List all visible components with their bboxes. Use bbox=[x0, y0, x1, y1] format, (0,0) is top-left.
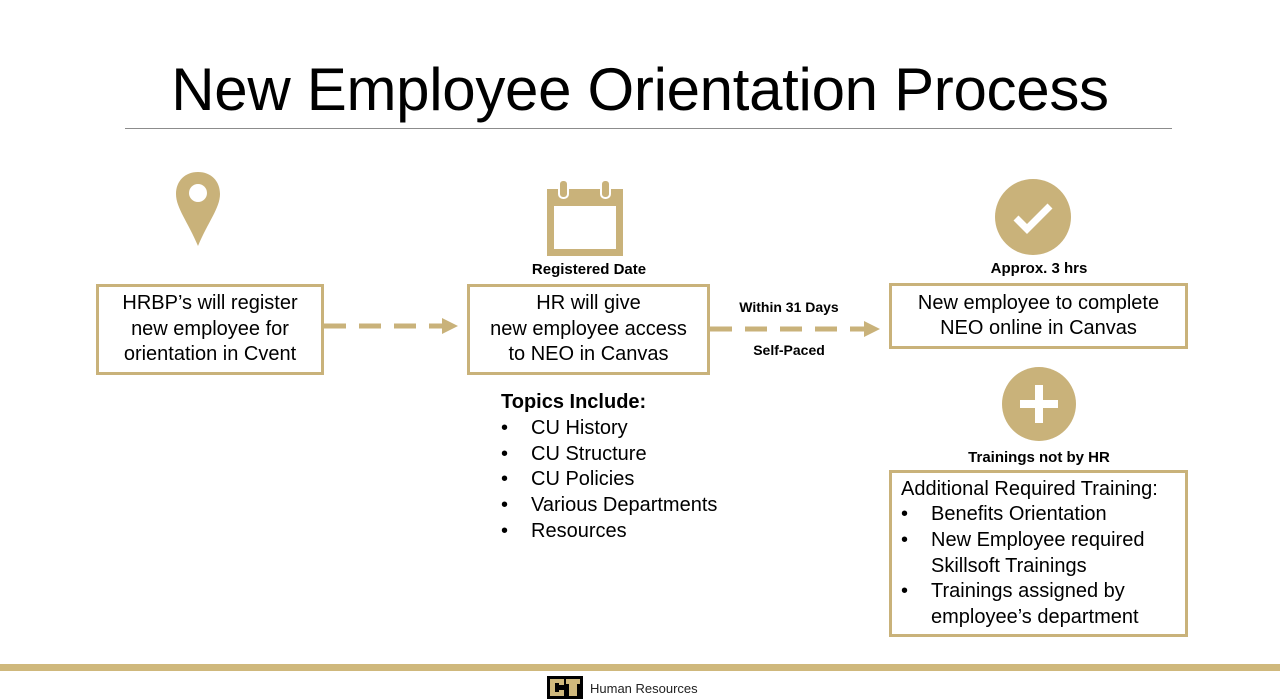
topics-list: Topics Include: CU History CU Structure … bbox=[501, 390, 717, 545]
step-1-line: HRBP’s will register bbox=[122, 292, 298, 315]
additional-item: Trainings assigned by employee’s departm… bbox=[901, 579, 1185, 630]
checkmark-circle-icon bbox=[995, 179, 1071, 255]
cu-logo-icon bbox=[547, 676, 583, 699]
step-3-line: NEO online in Canvas bbox=[940, 317, 1137, 339]
step-2-line: new employee access bbox=[490, 317, 687, 340]
step-1-line: new employee for bbox=[131, 317, 289, 340]
plus-circle-icon bbox=[1002, 367, 1076, 441]
dashed-arrow-2 bbox=[710, 321, 880, 337]
additional-heading: Additional Required Training: bbox=[901, 477, 1158, 500]
step-2-caption: Registered Date bbox=[531, 261, 647, 278]
map-pin-icon bbox=[176, 172, 220, 246]
topic-item: CU Policies bbox=[501, 467, 717, 493]
topic-item: Various Departments bbox=[501, 493, 717, 519]
arrowhead-icon bbox=[864, 321, 880, 337]
footer-label: Human Resources bbox=[590, 681, 698, 696]
additional-training-box: Additional Required Training: Benefits O… bbox=[889, 470, 1188, 637]
topic-item: Resources bbox=[501, 519, 717, 545]
dashed-arrow-1 bbox=[324, 318, 458, 334]
additional-caption: Trainings not by HR bbox=[968, 449, 1110, 466]
step-1-line: orientation in Cvent bbox=[123, 343, 297, 366]
title-divider bbox=[125, 128, 1172, 129]
step-1-box: HRBP’s will register new employee for or… bbox=[96, 284, 324, 375]
step-2-line: to NEO in Canvas bbox=[508, 343, 669, 366]
connector-label-above: Within 31 Days bbox=[739, 299, 839, 315]
arrowhead-icon bbox=[442, 318, 458, 334]
connector-label-below: Self-Paced bbox=[753, 342, 825, 358]
additional-item: Benefits Orientation bbox=[901, 502, 1185, 528]
step-3-box: New employee to complete NEO online in C… bbox=[889, 283, 1188, 349]
topic-item: CU History bbox=[501, 416, 717, 442]
step-3-line: New employee to complete bbox=[917, 291, 1160, 314]
step-3-caption: Approx. 3 hrs bbox=[990, 260, 1088, 277]
footer-bar bbox=[0, 664, 1280, 671]
calendar-icon bbox=[547, 180, 623, 256]
topics-heading: Topics Include: bbox=[501, 391, 647, 413]
step-2-box: HR will give new employee access to NEO … bbox=[467, 284, 710, 375]
page-title: New Employee Orientation Process bbox=[171, 56, 1109, 123]
additional-item: New Employee required Skillsoft Training… bbox=[901, 528, 1185, 579]
topic-item: CU Structure bbox=[501, 442, 717, 468]
step-2-line: HR will give bbox=[536, 292, 641, 315]
